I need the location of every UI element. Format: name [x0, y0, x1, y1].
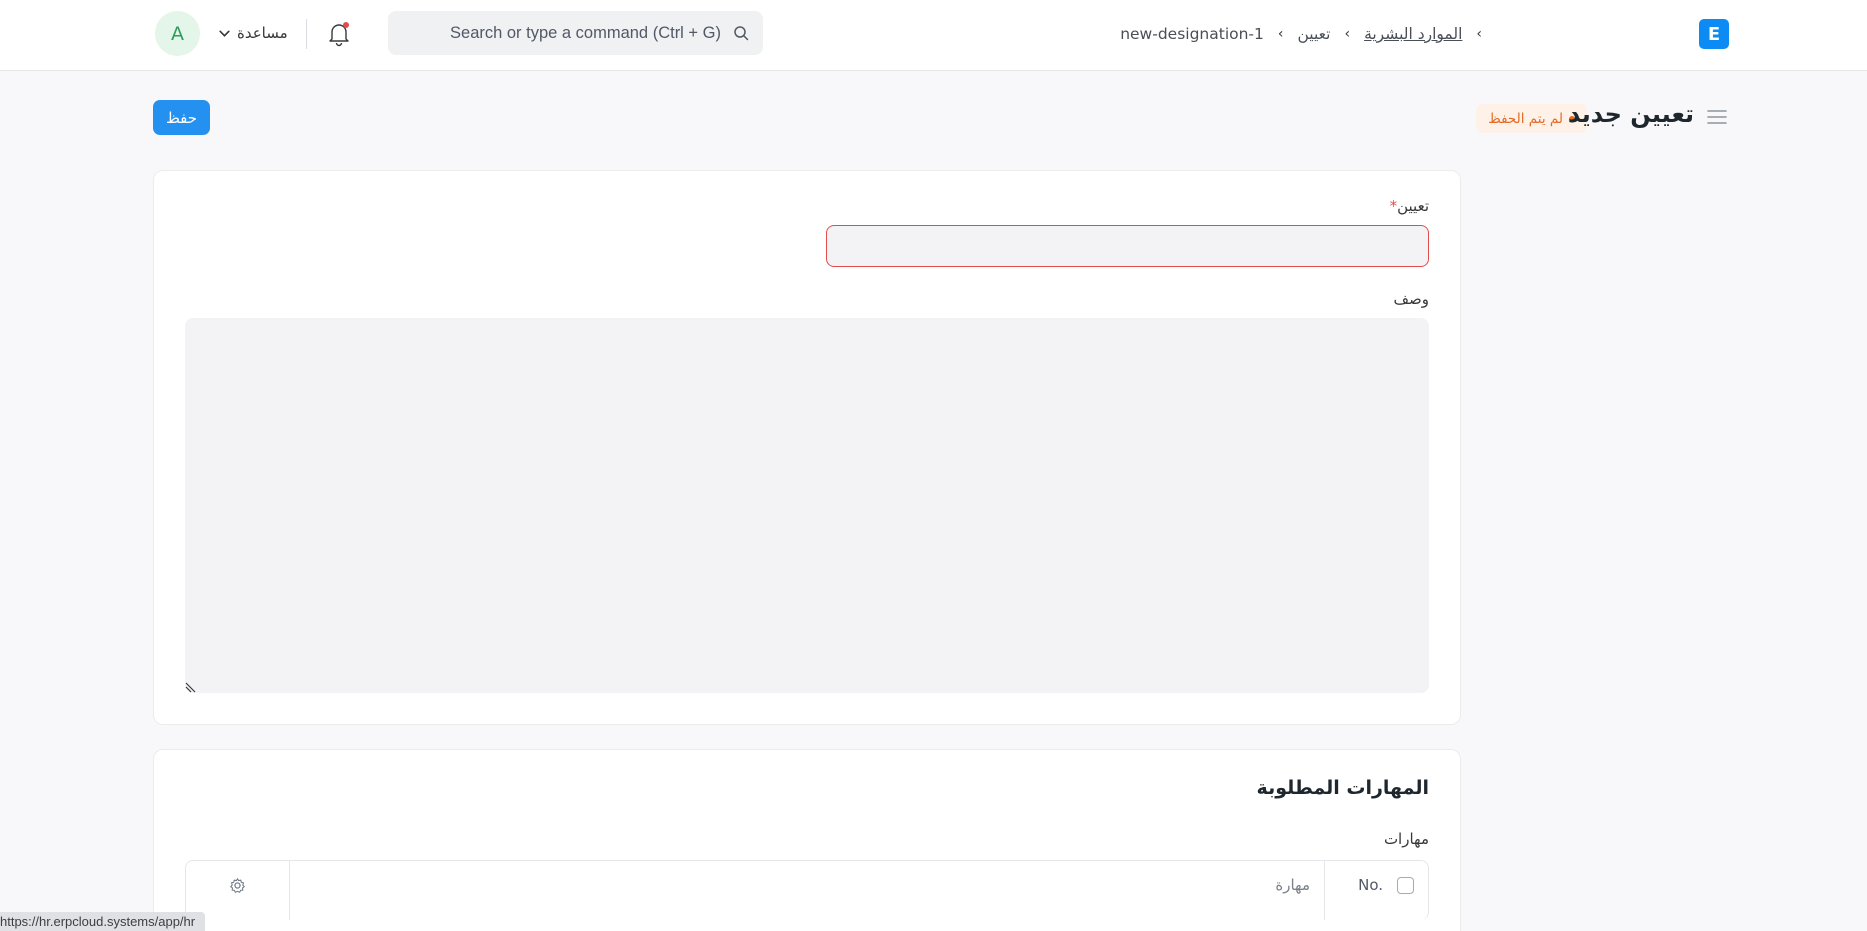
navbar-divider: [306, 19, 307, 49]
designation-input[interactable]: [826, 225, 1429, 267]
form-card: *تعيين وصف: [153, 170, 1461, 725]
chevron-left-icon: ‹: [1277, 26, 1284, 42]
required-asterisk: *: [1389, 197, 1398, 215]
help-label: مساعدة: [237, 24, 288, 42]
select-all-checkbox[interactable]: [1397, 877, 1414, 894]
column-header-no: No.: [1323, 861, 1428, 920]
help-dropdown[interactable]: مساعدة: [218, 21, 288, 45]
notification-bell-icon[interactable]: [326, 20, 352, 48]
breadcrumb-current: new-designation-1: [1120, 25, 1264, 43]
breadcrumb-designation[interactable]: تعيين: [1298, 25, 1331, 43]
column-no-label: No.: [1358, 876, 1383, 894]
resize-handle-icon[interactable]: [185, 679, 199, 693]
navbar: A مساعدة Search or type a command (Ctrl …: [0, 0, 1867, 71]
chevron-left-icon: ‹: [1344, 26, 1351, 42]
chevron-left-icon: ‹: [1476, 26, 1482, 42]
breadcrumb: new-designation-1 ‹ تعيين ‹ الموارد البش…: [1120, 20, 1482, 48]
description-textarea[interactable]: [185, 318, 1429, 693]
skills-table: مهارة No.: [185, 860, 1429, 920]
skills-section-title: المهارات المطلوبة: [1256, 777, 1429, 799]
designation-label-text: تعيين: [1397, 197, 1429, 215]
page-title: تعيين جديد: [1567, 100, 1694, 128]
sidebar-toggle-icon[interactable]: [1706, 106, 1728, 128]
app-logo[interactable]: E: [1699, 19, 1729, 49]
notification-dot: [343, 22, 349, 28]
skills-table-label: مهارات: [1383, 830, 1429, 848]
search-bar[interactable]: Search or type a command (Ctrl + G): [388, 11, 763, 55]
status-label: لم يتم الحفظ: [1488, 110, 1563, 127]
designation-label: *تعيين: [1386, 197, 1429, 215]
chevron-down-icon: [219, 30, 230, 37]
breadcrumb-hr[interactable]: الموارد البشرية: [1364, 25, 1462, 43]
skills-card: المهارات المطلوبة مهارات مهارة No.: [153, 749, 1461, 931]
gear-icon: [230, 878, 245, 893]
search-icon: [734, 26, 749, 41]
save-button[interactable]: حفظ: [153, 100, 210, 135]
search-placeholder: Search or type a command (Ctrl + G): [450, 23, 721, 42]
column-header-skill: مهارة: [290, 861, 1325, 920]
user-avatar[interactable]: A: [155, 11, 200, 56]
description-label: وصف: [1393, 290, 1429, 308]
status-bar-url: https://hr.erpcloud.systems/app/hr: [0, 912, 206, 931]
